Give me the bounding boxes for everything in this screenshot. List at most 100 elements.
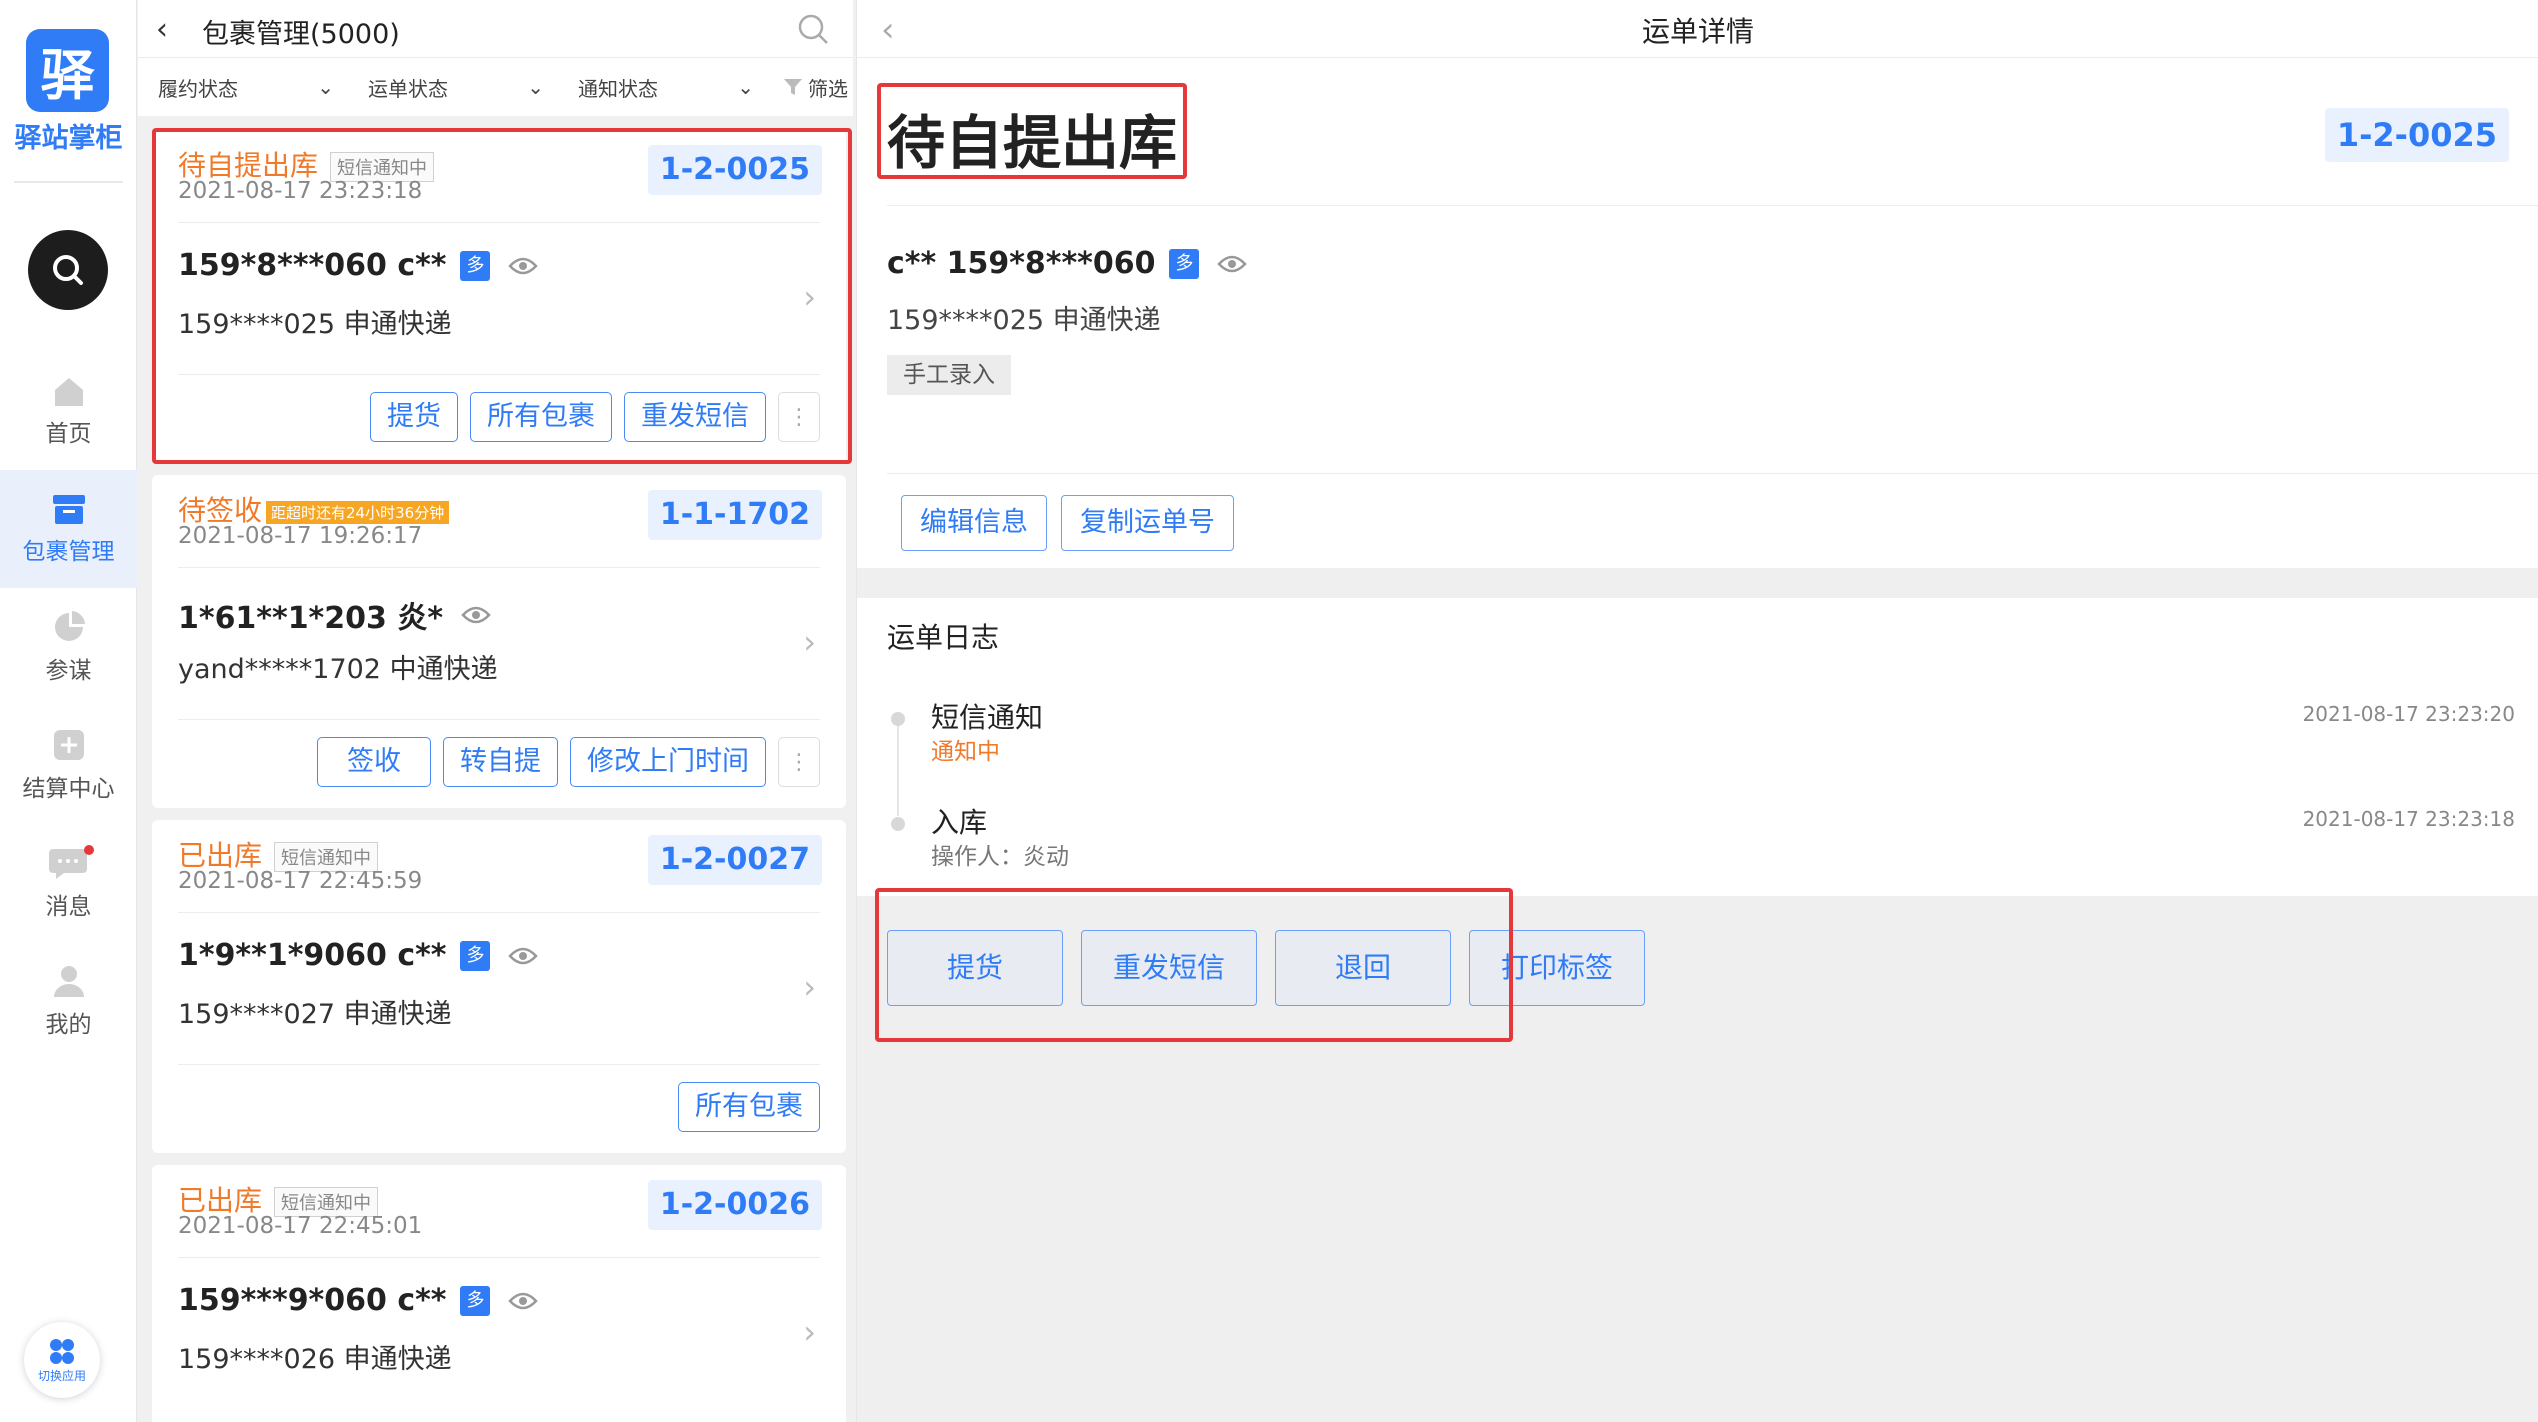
sidebar-item-settlement[interactable]: 结算中心 [0,706,137,824]
more-icon[interactable]: ⋮ [778,737,820,787]
switch-app-button[interactable]: 切换应用 [24,1322,100,1398]
package-card[interactable]: 已出库 短信通知中 2021-08-17 22:45:59 1-2-0027 1*… [152,820,846,1153]
waybill-log: 运单日志 短信通知 通知中 2021-08-17 23:23:20 入库 操作人… [857,598,2538,896]
filter-notify-status[interactable]: 通知状态 ⌄ [578,73,768,102]
package-card[interactable]: 已出库 短信通知中 2021-08-17 22:45:01 1-2-0026 15… [152,1165,846,1422]
chevron-right-icon[interactable]: › [803,1313,816,1351]
recipient-name: 1*9**1*9060 c** 多 [178,938,539,973]
apps-grid-icon [50,1338,74,1364]
pie-chart-icon [54,611,85,641]
log-time: 2021-08-17 23:23:20 [2302,702,2515,726]
search-circle-button[interactable] [28,230,108,310]
chevron-right-icon[interactable]: › [803,623,816,661]
to-self-pickup-button[interactable]: 转自提 [443,737,558,787]
recipient-name: 159***9*060 c** 多 [178,1283,539,1318]
recipient-text: c** 159*8***060 [887,246,1156,281]
sidebar-item-packages[interactable]: 包裹管理 [0,470,137,588]
print-label-button[interactable]: 打印标签 [1469,930,1645,1006]
tracking-carrier: 159****026 申通快递 [178,1344,452,1375]
eye-icon[interactable] [508,946,539,966]
filter-label: 履约状态 [158,76,238,101]
sidebar-item-home[interactable]: 首页 [0,352,137,470]
timeline-dot [891,817,905,831]
chevron-down-icon: ⌄ [527,75,544,99]
copy-waybill-button[interactable]: 复制运单号 [1061,495,1234,551]
sidebar-item-label: 包裹管理 [22,539,115,565]
filter-button-label: 筛选 [808,76,848,101]
chevron-right-icon[interactable]: › [803,278,816,316]
back-icon[interactable]: ‹ [156,12,168,47]
waybill-detail-panel: ‹ 运单详情 待自提出库 1-2-0025 c** 159*8***060 多 1… [856,0,2538,1422]
timeline-line [897,716,899,816]
all-packages-button[interactable]: 所有包裹 [678,1082,820,1132]
sidebar: 驿 驿站掌柜 首页 包裹管理 参谋 结算中心 消息 我的 切换应用 [0,0,137,1422]
app-logo: 驿 [26,29,109,112]
eye-icon[interactable] [508,256,539,276]
app-name: 驿站掌柜 [14,123,123,154]
filter-fulfillment-status[interactable]: 履约状态 ⌄ [158,73,348,102]
search-button[interactable] [796,12,830,50]
more-icon[interactable]: ⋮ [778,392,820,442]
recipient-text: 1*9**1*9060 c** [178,938,447,973]
home-icon [54,378,83,406]
recipient-text: 159*8***060 c** [178,248,447,283]
sidebar-item-label: 结算中心 [22,776,115,802]
divider [178,222,820,223]
eye-icon[interactable] [461,605,491,625]
detail-title: 运单详情 [1641,15,1754,48]
card-time: 2021-08-17 23:23:18 [178,178,423,204]
detail-header: ‹ 运单详情 [857,0,2538,58]
sidebar-item-messages[interactable]: 消息 [0,824,137,942]
sidebar-divider [14,181,123,183]
pickup-button[interactable]: 提货 [887,930,1063,1006]
sidebar-item-advisor[interactable]: 参谋 [0,588,137,706]
return-button[interactable]: 退回 [1275,930,1451,1006]
shelf-code: 1-2-0026 [647,1180,822,1230]
sidebar-item-label: 我的 [45,1012,92,1038]
resend-sms-button[interactable]: 重发短信 [624,392,766,442]
settlement-icon [53,730,84,760]
chevron-right-icon[interactable]: › [803,968,816,1006]
filter-waybill-status[interactable]: 运单状态 ⌄ [368,73,558,102]
divider [178,567,820,568]
tracking-carrier: 159****025 申通快递 [887,305,1161,336]
search-icon [798,14,828,44]
sidebar-item-me[interactable]: 我的 [0,942,137,1060]
tracking-carrier: yand*****1702 中通快递 [178,654,498,685]
recipient-name: 159*8***060 c** 多 [178,248,539,283]
package-card[interactable]: 待自提出库 短信通知中 2021-08-17 23:23:18 1-2-0025 … [152,130,846,463]
log-event: 短信通知 [931,701,1044,734]
sign-button[interactable]: 签收 [317,737,431,787]
list-header: ‹ 包裹管理(5000) [138,0,853,58]
page-title: 包裹管理(5000) [202,19,400,50]
filter-label: 通知状态 [578,76,658,101]
filter-button[interactable]: 筛选 [782,73,848,102]
log-title: 运单日志 [887,621,1000,654]
divider [178,1257,820,1258]
sidebar-item-label: 参谋 [45,658,92,684]
eye-icon[interactable] [1217,254,1248,274]
shelf-code: 1-2-0025 [647,145,822,195]
edit-info-button[interactable]: 编辑信息 [901,495,1047,551]
bottom-actions: 提货 重发短信 退回 打印标签 [887,930,1645,1006]
switch-app-label: 切换应用 [37,1368,86,1383]
chevron-down-icon: ⌄ [317,75,334,99]
logo-char: 驿 [40,44,95,107]
divider [178,1064,820,1065]
eye-icon[interactable] [508,1291,539,1311]
pickup-button[interactable]: 提货 [370,392,458,442]
log-event: 入库 [931,806,988,839]
detail-status: 待自提出库 [887,109,1178,177]
all-packages-button[interactable]: 所有包裹 [470,392,612,442]
resend-sms-button[interactable]: 重发短信 [1081,930,1257,1006]
multi-badge: 多 [1169,248,1200,279]
timeout-tag: 距超时还有24小时36分钟 [266,500,450,524]
user-icon [53,966,84,997]
divider [178,374,820,375]
source-tag: 手工录入 [887,355,1011,395]
multi-badge: 多 [460,1285,491,1316]
package-card[interactable]: 待签收 距超时还有24小时36分钟 2021-08-17 19:26:17 1-1… [152,475,846,808]
sidebar-item-label: 消息 [45,894,92,920]
detail-info-section: 待自提出库 1-2-0025 c** 159*8***060 多 159****0… [857,58,2538,568]
modify-visit-time-button[interactable]: 修改上门时间 [570,737,766,787]
